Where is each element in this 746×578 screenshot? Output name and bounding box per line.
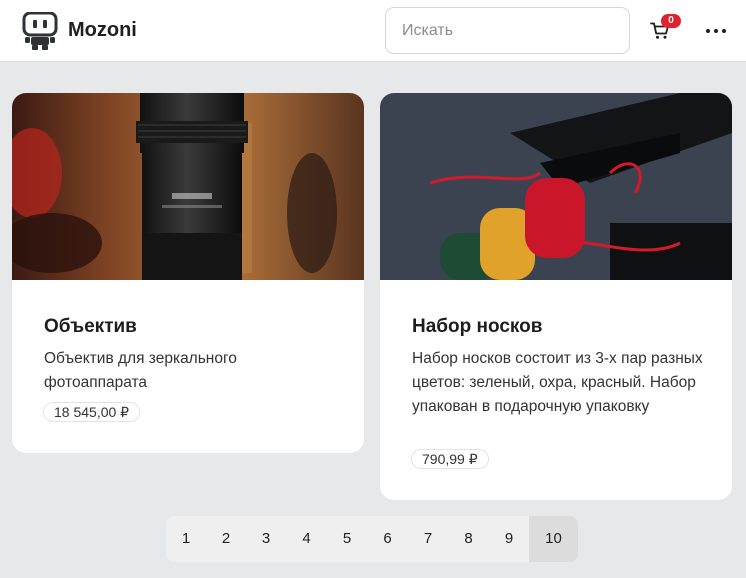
product-description: Объектив для зеркального фотоаппарата	[44, 350, 237, 391]
page-button-9[interactable]: 9	[489, 516, 529, 562]
product-title: Объектив	[44, 316, 137, 337]
cart-count-badge: 0	[661, 14, 681, 28]
page-button-10-current[interactable]: 10	[529, 516, 578, 562]
pagination: 1 2 3 4 5 6 7 8 9 10	[166, 516, 578, 562]
product-image-socks	[380, 93, 732, 280]
product-card[interactable]: Набор носков Набор носков состоит из 3-х…	[380, 93, 732, 500]
more-dot	[714, 29, 718, 33]
app-header: Mozoni 0	[0, 0, 746, 62]
brand-name[interactable]: Mozoni	[68, 19, 137, 42]
product-card[interactable]: Объектив Объектив для зеркального фотоап…	[12, 93, 364, 453]
search-input[interactable]	[385, 7, 630, 54]
page-button-6[interactable]: 6	[367, 516, 408, 562]
page-button-5[interactable]: 5	[327, 516, 367, 562]
more-menu-button[interactable]	[704, 22, 728, 40]
product-title: Набор носков	[412, 316, 543, 337]
cart-button[interactable]: 0	[648, 14, 682, 44]
page-button-8[interactable]: 8	[448, 516, 489, 562]
page-button-2[interactable]: 2	[206, 516, 246, 562]
page-button-3[interactable]: 3	[246, 516, 286, 562]
product-price: 18 545,00 ₽	[43, 402, 141, 422]
more-dot	[722, 29, 726, 33]
page-button-4[interactable]: 4	[286, 516, 327, 562]
robot-logo-icon[interactable]	[22, 11, 58, 50]
page-button-1[interactable]: 1	[166, 516, 206, 562]
product-description: Набор носков состоит из 3-х пар разных ц…	[412, 350, 703, 415]
product-price: 790,99 ₽	[411, 449, 489, 469]
more-horizontal-icon	[706, 29, 710, 33]
product-image-lens	[12, 93, 364, 280]
page-button-7[interactable]: 7	[408, 516, 448, 562]
